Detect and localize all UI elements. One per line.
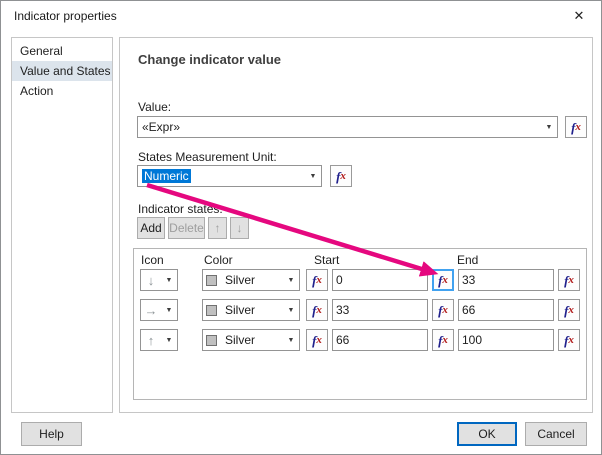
unit-combobox[interactable]: Numeric ▼ bbox=[137, 165, 322, 187]
sidebar-item-general[interactable]: General bbox=[12, 41, 112, 61]
table-row: ↑ ▼ Silver ▼ fx fx fx bbox=[134, 329, 586, 351]
chevron-down-icon[interactable]: ▼ bbox=[161, 270, 177, 290]
state1-start-input[interactable] bbox=[332, 269, 428, 291]
column-header-start: Start bbox=[314, 253, 340, 267]
state3-color-fx-button[interactable]: fx bbox=[306, 329, 328, 351]
color-swatch bbox=[206, 334, 217, 346]
color-swatch bbox=[206, 304, 217, 316]
state3-icon-dropdown[interactable]: ↑ ▼ bbox=[140, 329, 178, 351]
unit-selected-text: Numeric bbox=[142, 169, 191, 183]
state1-icon-dropdown[interactable]: ↓ ▼ bbox=[140, 269, 178, 291]
state3-start-input[interactable] bbox=[332, 329, 428, 351]
table-row: → ▼ Silver ▼ fx fx fx bbox=[134, 299, 586, 321]
sidebar: General Value and States Action bbox=[11, 37, 113, 413]
state2-icon-dropdown[interactable]: → ▼ bbox=[140, 299, 178, 321]
dialog-titlebar: Indicator properties ✕ bbox=[1, 1, 601, 31]
state1-end-input[interactable] bbox=[458, 269, 554, 291]
color-swatch bbox=[206, 274, 217, 286]
chevron-down-icon[interactable]: ▼ bbox=[161, 330, 177, 350]
state1-end-fx-button[interactable]: fx bbox=[558, 269, 580, 291]
state1-color-fx-button[interactable]: fx bbox=[306, 269, 328, 291]
color-name: Silver bbox=[225, 303, 256, 317]
indicator-states-table: Icon Color Start End ↓ ▼ Silver ▼ fx fx bbox=[133, 248, 587, 400]
state2-end-input[interactable] bbox=[458, 299, 554, 321]
ok-button[interactable]: OK bbox=[457, 422, 517, 446]
cancel-button[interactable]: Cancel bbox=[525, 422, 587, 446]
state3-start-fx-button[interactable]: fx bbox=[432, 329, 454, 351]
state2-start-fx-button[interactable]: fx bbox=[432, 299, 454, 321]
sidebar-item-action[interactable]: Action bbox=[12, 81, 112, 101]
color-name: Silver bbox=[225, 333, 256, 347]
chevron-down-icon[interactable]: ▼ bbox=[161, 300, 177, 320]
column-header-end: End bbox=[457, 253, 479, 267]
state1-start-fx-button[interactable]: fx bbox=[432, 269, 454, 291]
state2-end-fx-button[interactable]: fx bbox=[558, 299, 580, 321]
move-down-icon[interactable]: ↓ bbox=[230, 217, 249, 239]
state2-color-dropdown[interactable]: Silver ▼ bbox=[202, 299, 300, 321]
unit-label: States Measurement Unit: bbox=[138, 150, 277, 164]
column-header-color: Color bbox=[204, 253, 233, 267]
chevron-down-icon[interactable]: ▼ bbox=[283, 330, 299, 350]
state2-color-fx-button[interactable]: fx bbox=[306, 299, 328, 321]
state1-color-dropdown[interactable]: Silver ▼ bbox=[202, 269, 300, 291]
value-expression-combobox[interactable]: «Expr» ▼ bbox=[137, 116, 558, 138]
down-arrow-icon: ↓ bbox=[147, 272, 155, 288]
value-expression-text: «Expr» bbox=[142, 120, 181, 134]
value-dropdown-icon[interactable]: ▼ bbox=[541, 117, 557, 137]
chevron-down-icon[interactable]: ▼ bbox=[283, 300, 299, 320]
right-arrow-icon: → bbox=[144, 302, 158, 318]
color-name: Silver bbox=[225, 273, 256, 287]
up-arrow-icon: ↑ bbox=[147, 332, 155, 348]
unit-fx-button[interactable]: fx bbox=[330, 165, 352, 187]
indicator-states-label: Indicator states: bbox=[138, 202, 223, 216]
state3-color-dropdown[interactable]: Silver ▼ bbox=[202, 329, 300, 351]
state2-start-input[interactable] bbox=[332, 299, 428, 321]
delete-state-button[interactable]: Delete bbox=[168, 217, 205, 239]
page-title: Change indicator value bbox=[138, 52, 282, 67]
table-row: ↓ ▼ Silver ▼ fx fx fx bbox=[134, 269, 586, 291]
column-header-icon: Icon bbox=[141, 253, 164, 267]
sidebar-item-value-and-states[interactable]: Value and States bbox=[12, 61, 112, 81]
value-fx-button[interactable]: fx bbox=[565, 116, 587, 138]
unit-dropdown-icon[interactable]: ▼ bbox=[305, 166, 321, 186]
help-button[interactable]: Help bbox=[21, 422, 82, 446]
add-state-button[interactable]: Add bbox=[137, 217, 165, 239]
indicator-properties-dialog: Indicator properties ✕ General Value and… bbox=[0, 0, 602, 455]
state3-end-fx-button[interactable]: fx bbox=[558, 329, 580, 351]
main-panel: Change indicator value Value: «Expr» ▼ f… bbox=[119, 37, 593, 413]
state3-end-input[interactable] bbox=[458, 329, 554, 351]
dialog-title: Indicator properties bbox=[14, 9, 117, 23]
close-icon[interactable]: ✕ bbox=[570, 7, 588, 25]
value-label: Value: bbox=[138, 100, 172, 114]
chevron-down-icon[interactable]: ▼ bbox=[283, 270, 299, 290]
move-up-icon[interactable]: ↑ bbox=[208, 217, 227, 239]
